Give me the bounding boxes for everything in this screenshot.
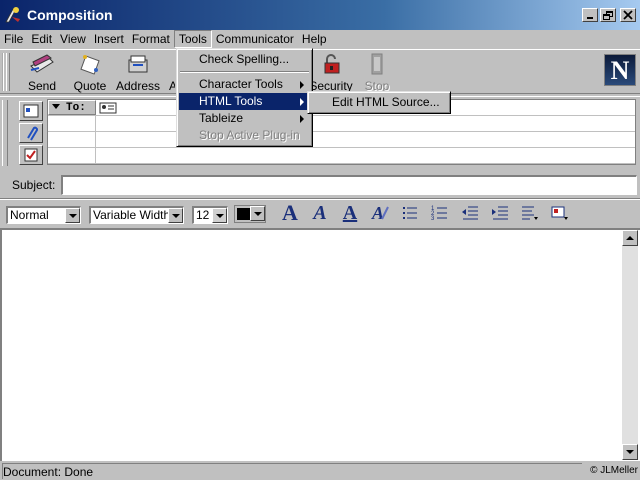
message-body-editor[interactable] bbox=[0, 228, 640, 461]
address-card-icon bbox=[99, 102, 117, 114]
attach-button[interactable]: A bbox=[161, 52, 175, 92]
menu-help[interactable]: Help bbox=[298, 30, 331, 48]
address-grip[interactable] bbox=[2, 100, 8, 166]
chevron-down-icon[interactable] bbox=[168, 208, 183, 223]
recipient-input[interactable] bbox=[96, 148, 635, 163]
vertical-scrollbar[interactable] bbox=[622, 230, 638, 460]
bullet-list-icon[interactable] bbox=[400, 203, 420, 223]
recipient-row bbox=[48, 148, 635, 164]
paperclip-icon bbox=[27, 126, 38, 141]
menu-view[interactable]: View bbox=[56, 30, 90, 48]
submenu-arrow-icon bbox=[300, 115, 304, 123]
menu-communicator[interactable]: Communicator bbox=[212, 30, 298, 48]
main-toolbar: Send Quote Address A Security Stop N bbox=[0, 49, 640, 94]
clear-styles-icon[interactable]: A bbox=[370, 203, 390, 223]
menu-tools[interactable]: Tools bbox=[173, 30, 212, 48]
text-color-swatch bbox=[237, 208, 251, 220]
subject-row: Subject: bbox=[0, 174, 640, 196]
insert-object-icon[interactable] bbox=[550, 203, 570, 223]
netscape-composer-icon[interactable] bbox=[3, 5, 23, 25]
toolbar-grip[interactable] bbox=[2, 53, 10, 91]
paragraph-style-select[interactable]: Normal bbox=[6, 206, 81, 224]
increase-indent-icon[interactable] bbox=[490, 203, 510, 223]
attachments-tab-button[interactable] bbox=[19, 123, 43, 143]
menu-item-tableize[interactable]: Tableize bbox=[179, 110, 310, 127]
composition-window: Composition File Edit View Insert Format… bbox=[0, 0, 640, 480]
title-bar[interactable]: Composition bbox=[0, 0, 640, 30]
menu-item-check-spelling[interactable]: Check Spelling... bbox=[179, 51, 310, 68]
scroll-down-icon[interactable] bbox=[622, 444, 638, 460]
send-button[interactable]: Send bbox=[17, 52, 67, 93]
menu-item-character-tools[interactable]: Character Tools bbox=[179, 76, 310, 93]
menu-file[interactable]: File bbox=[0, 30, 27, 48]
svg-text:3: 3 bbox=[431, 216, 435, 222]
text-color-picker[interactable] bbox=[234, 205, 266, 223]
checklist-icon bbox=[24, 148, 38, 162]
recipient-type-select[interactable] bbox=[48, 148, 96, 163]
font-size-select[interactable]: 12 bbox=[192, 206, 228, 224]
alignment-icon[interactable] bbox=[520, 203, 540, 223]
svg-text:A: A bbox=[371, 203, 384, 223]
menu-item-stop-active-plugin[interactable]: Stop Active Plug-in bbox=[179, 127, 310, 144]
recipient-type-select[interactable]: To: bbox=[48, 100, 96, 115]
recipient-row bbox=[48, 132, 635, 148]
quote-button[interactable]: Quote bbox=[65, 52, 115, 93]
chevron-down-icon[interactable] bbox=[65, 208, 80, 223]
decrease-indent-icon[interactable] bbox=[460, 203, 480, 223]
chevron-down-icon[interactable] bbox=[250, 206, 265, 221]
security-lock-icon bbox=[318, 52, 344, 76]
italic-icon[interactable]: A bbox=[310, 203, 330, 223]
recipient-row bbox=[48, 116, 635, 132]
html-tools-submenu: Edit HTML Source... bbox=[307, 91, 451, 114]
options-tab-button[interactable] bbox=[19, 145, 43, 165]
address-book-icon bbox=[125, 52, 151, 76]
attach-icon bbox=[161, 52, 175, 76]
copyright-text: © JLMeller bbox=[590, 465, 638, 476]
tools-menu: Check Spelling... Character Tools HTML T… bbox=[176, 48, 313, 147]
send-icon bbox=[29, 52, 55, 76]
underline-icon[interactable]: A bbox=[340, 203, 360, 223]
recipient-type-select[interactable] bbox=[48, 116, 96, 131]
address-card-icon bbox=[23, 104, 39, 118]
submenu-arrow-icon bbox=[300, 98, 304, 106]
minimize-icon[interactable] bbox=[582, 8, 598, 22]
address-tab-button[interactable] bbox=[19, 101, 43, 121]
stop-icon bbox=[364, 52, 390, 76]
menu-bar: File Edit View Insert Format Tools Commu… bbox=[0, 30, 640, 48]
quote-icon bbox=[77, 52, 103, 76]
submenu-arrow-icon bbox=[300, 81, 304, 89]
close-icon[interactable] bbox=[620, 8, 636, 22]
address-button[interactable]: Address bbox=[113, 52, 163, 93]
menu-insert[interactable]: Insert bbox=[90, 30, 128, 48]
bigger-font-icon[interactable]: A bbox=[280, 202, 300, 224]
menu-separator bbox=[180, 71, 309, 73]
menu-item-edit-html-source[interactable]: Edit HTML Source... bbox=[310, 94, 448, 111]
subject-label: Subject: bbox=[12, 178, 56, 192]
menu-edit[interactable]: Edit bbox=[27, 30, 56, 48]
recipient-type-select[interactable] bbox=[48, 132, 96, 147]
window-title: Composition bbox=[27, 7, 113, 23]
scroll-up-icon[interactable] bbox=[622, 230, 638, 246]
stop-button[interactable]: Stop bbox=[352, 52, 402, 93]
status-text: Document: Done bbox=[2, 463, 582, 479]
numbered-list-icon[interactable]: 1 2 3 bbox=[430, 203, 450, 223]
font-select[interactable]: Variable Width bbox=[89, 206, 184, 224]
chevron-down-icon[interactable] bbox=[212, 208, 227, 223]
subject-input[interactable] bbox=[61, 175, 637, 195]
menu-format[interactable]: Format bbox=[128, 30, 174, 48]
status-bar: Document: Done © JLMeller bbox=[0, 462, 640, 480]
netscape-logo[interactable]: N bbox=[604, 54, 636, 86]
restore-icon[interactable] bbox=[600, 8, 616, 22]
menu-item-html-tools[interactable]: HTML Tools bbox=[179, 93, 310, 110]
